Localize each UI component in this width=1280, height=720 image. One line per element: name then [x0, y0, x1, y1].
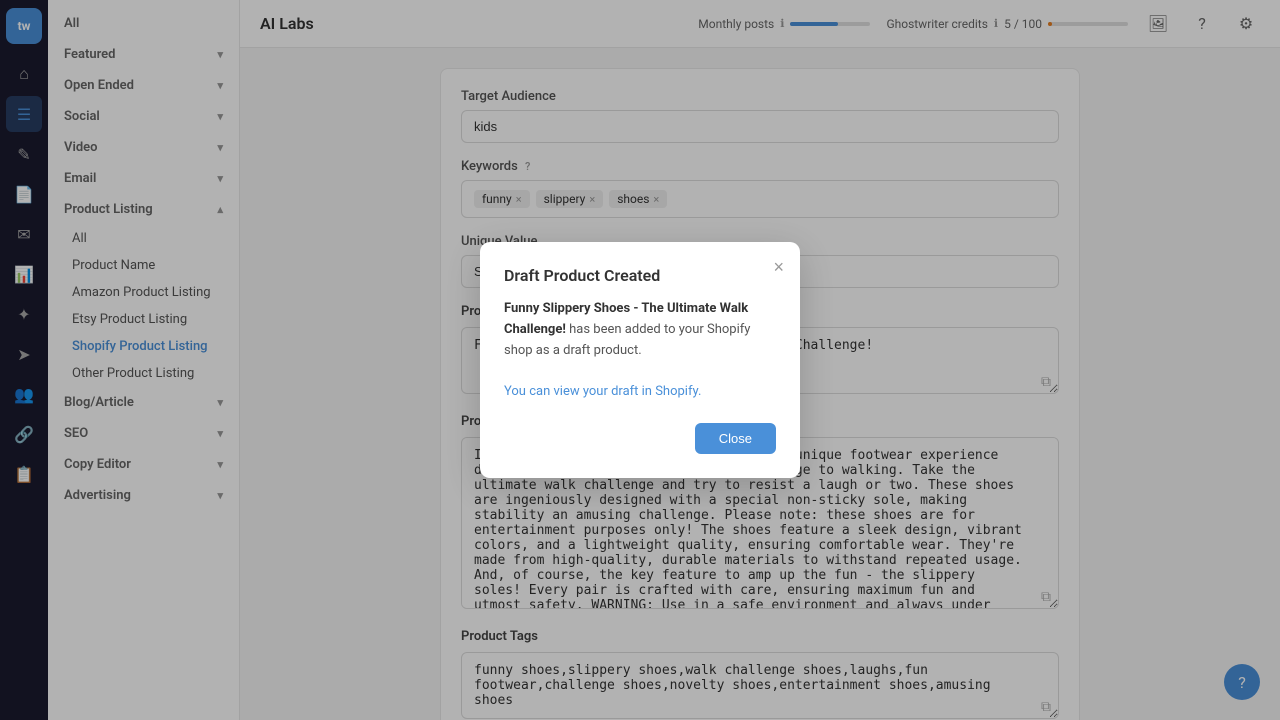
modal-body: Funny Slippery Shoes - The Ultimate Walk…	[504, 299, 776, 403]
modal-close-button[interactable]: Close	[695, 423, 776, 454]
draft-product-modal: Draft Product Created × Funny Slippery S…	[480, 242, 800, 478]
modal-footer: Close	[504, 423, 776, 454]
modal-close-x-button[interactable]: ×	[773, 258, 784, 276]
modal-shopify-link[interactable]: You can view your draft in Shopify.	[504, 384, 701, 399]
modal-overlay[interactable]: Draft Product Created × Funny Slippery S…	[0, 0, 1280, 720]
modal-title: Draft Product Created	[504, 266, 776, 285]
